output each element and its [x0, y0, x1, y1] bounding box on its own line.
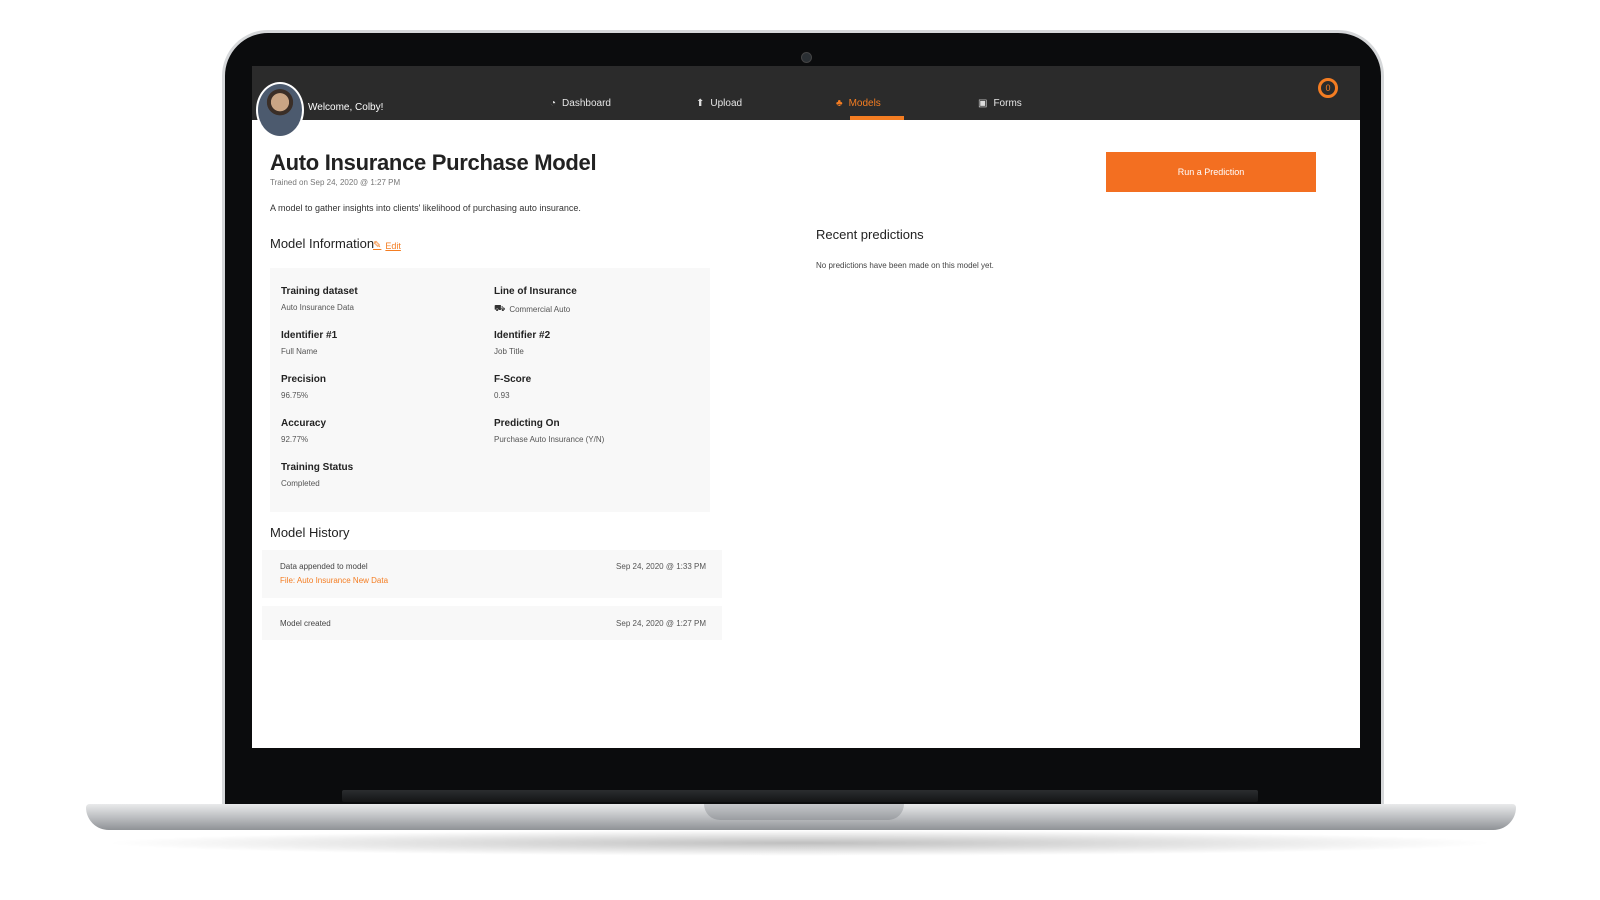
recent-predictions-empty: No predictions have been made on this mo… [816, 261, 994, 270]
dashboard-icon: ◔ [550, 97, 557, 109]
edit-icon: ✎ [373, 240, 382, 251]
history-text: Model created [280, 619, 331, 628]
model-information-title: Model Information [270, 236, 375, 251]
history-date: Sep 24, 2020 @ 1:27 PM [616, 619, 706, 628]
brand-logo-icon[interactable]: 0 [1318, 78, 1338, 98]
nav-item-label: Forms [993, 97, 1022, 109]
info-accuracy: Accuracy 92.77% [281, 418, 327, 444]
history-file-link[interactable]: File: Auto Insurance New Data [280, 576, 388, 585]
laptop-hinge [342, 790, 1258, 802]
top-nav: Welcome, Colby! ◔ Dashboard ⬆ Upload ♣ M… [252, 66, 1360, 120]
welcome-text: Welcome, Colby! [308, 102, 384, 113]
history-row[interactable]: Model created Sep 24, 2020 @ 1:27 PM [262, 606, 722, 640]
model-info-panel: Training dataset Auto Insurance Data Lin… [270, 268, 710, 512]
page-title: Auto Insurance Purchase Model [270, 150, 597, 175]
nav-item-models[interactable]: ♣ Models [836, 93, 881, 113]
trained-date: Trained on Sep 24, 2020 @ 1:27 PM [270, 178, 401, 187]
app-screen: Welcome, Colby! ◔ Dashboard ⬆ Upload ♣ M… [252, 66, 1360, 748]
edit-link[interactable]: ✎ Edit [373, 240, 401, 251]
edit-label: Edit [385, 240, 401, 251]
model-history-title: Model History [270, 525, 350, 540]
nav-item-label: Upload [710, 97, 743, 109]
info-training-dataset: Training dataset Auto Insurance Data [281, 286, 358, 312]
nav-item-upload[interactable]: ⬆ Upload [696, 93, 742, 113]
forms-icon: ▣ [978, 97, 988, 109]
laptop-shadow [100, 830, 1500, 856]
info-precision: Precision 96.75% [281, 374, 327, 400]
laptop-notch [704, 804, 904, 820]
upload-icon: ⬆ [696, 97, 705, 109]
nav-item-label: Models [848, 97, 881, 109]
model-description: A model to gather insights into clients'… [270, 203, 581, 213]
history-text: Data appended to model [280, 562, 368, 571]
nav-item-forms[interactable]: ▣ Forms [978, 93, 1022, 113]
info-identifier-1: Identifier #1 Full Name [281, 330, 338, 356]
models-icon: ♣ [836, 97, 843, 109]
info-line-of-insurance: Line of Insurance ⛟ Commercial Auto [494, 286, 577, 314]
history-date: Sep 24, 2020 @ 1:33 PM [616, 562, 706, 571]
active-tab-indicator [850, 116, 904, 120]
info-f-score: F-Score 0.93 [494, 374, 532, 400]
info-identifier-2: Identifier #2 Job Title [494, 330, 551, 356]
history-row[interactable]: Data appended to model File: Auto Insura… [262, 550, 722, 598]
user-avatar[interactable] [256, 82, 304, 138]
truck-icon: ⛟ [494, 303, 506, 313]
run-prediction-button[interactable]: Run a Prediction [1106, 152, 1316, 192]
info-predicting-on: Predicting On Purchase Auto Insurance (Y… [494, 418, 605, 444]
info-training-status: Training Status Completed [281, 462, 354, 488]
nav-item-dashboard[interactable]: ◔ Dashboard [550, 93, 611, 113]
webcam [801, 52, 812, 63]
recent-predictions-title: Recent predictions [816, 227, 924, 242]
nav-item-label: Dashboard [562, 97, 611, 109]
